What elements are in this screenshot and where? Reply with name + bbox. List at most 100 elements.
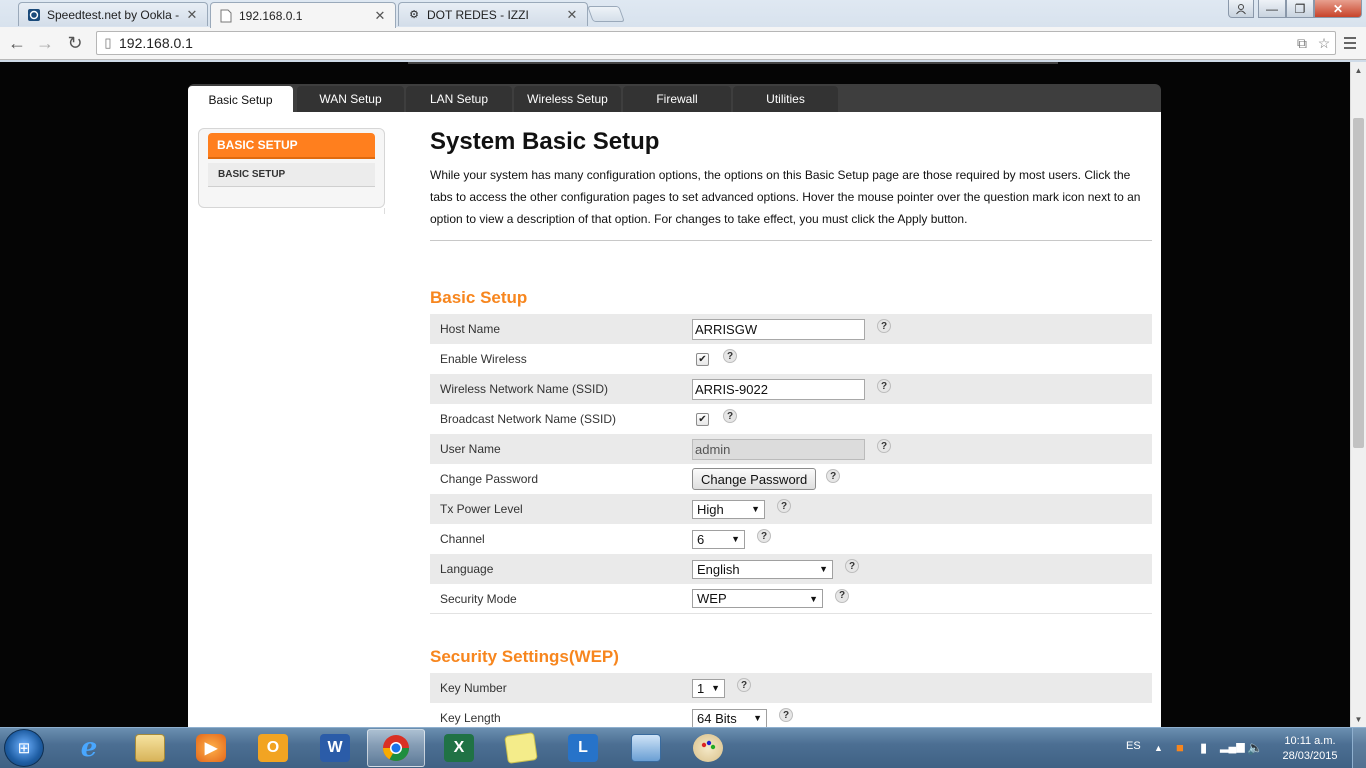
tab-wireless-setup[interactable]: Wireless Setup bbox=[514, 86, 621, 112]
close-tab-icon[interactable]: ✕ bbox=[185, 7, 199, 23]
taskbar-excel[interactable]: X bbox=[430, 729, 488, 767]
clock-date: 28/03/2015 bbox=[1282, 750, 1338, 762]
help-icon[interactable]: ? bbox=[737, 678, 751, 692]
key-length-select[interactable]: 64 Bits ▼ bbox=[692, 708, 767, 727]
row-host-name: Host Name ? bbox=[430, 314, 1152, 344]
row-channel: Channel 6 ▼ ? bbox=[430, 524, 1152, 554]
taskbar-media-player[interactable]: ▶ bbox=[182, 729, 240, 767]
help-icon[interactable]: ? bbox=[826, 469, 841, 483]
profile-icon[interactable] bbox=[1228, 0, 1254, 18]
clock[interactable]: 10:11 a.m. 28/03/2015 bbox=[1270, 734, 1350, 764]
enable-wireless-label: Enable Wireless bbox=[440, 352, 527, 366]
forward-button[interactable]: → bbox=[34, 32, 56, 54]
help-icon[interactable]: ? bbox=[845, 559, 859, 573]
tab-title: Speedtest.net by Ookla - bbox=[47, 7, 180, 22]
row-key-length: Key Length 64 Bits ▼ ? bbox=[430, 703, 1152, 727]
taskbar-file-explorer[interactable] bbox=[121, 729, 179, 767]
taskbar-lync[interactable]: L bbox=[554, 729, 612, 767]
internet-explorer-icon: e bbox=[80, 733, 98, 763]
taskbar-sticky-notes[interactable] bbox=[492, 729, 550, 767]
ssid-label: Wireless Network Name (SSID) bbox=[440, 382, 609, 396]
help-icon[interactable]: ? bbox=[777, 499, 791, 513]
row-enable-wireless: Enable Wireless ✔ ? bbox=[430, 344, 1152, 374]
row-language: Language English ▼ ? bbox=[430, 554, 1152, 584]
help-icon[interactable]: ? bbox=[877, 379, 891, 393]
taskbar-chrome[interactable] bbox=[367, 729, 425, 767]
section-title-basic-setup: Basic Setup bbox=[430, 288, 528, 307]
tab-speedtest[interactable]: Speedtest.net by Ookla - ✕ bbox=[18, 2, 208, 26]
user-name-input bbox=[692, 438, 865, 460]
help-icon[interactable]: ? bbox=[835, 588, 849, 603]
show-desktop-button[interactable] bbox=[1352, 728, 1366, 768]
tab-firewall[interactable]: Firewall bbox=[623, 86, 731, 112]
row-change-password: Change Password Change Password ? bbox=[430, 464, 1152, 494]
basic-setup-table: Host Name ? Enable Wireless ✔ ? Wireless… bbox=[430, 314, 1152, 614]
url-input[interactable] bbox=[119, 35, 1291, 51]
tab-utilities[interactable]: Utilities bbox=[733, 86, 838, 112]
row-tx-power: Tx Power Level High ▼ ? bbox=[430, 494, 1152, 524]
scroll-down-icon[interactable]: ▼ bbox=[1351, 711, 1366, 727]
start-button[interactable]: ⊞ bbox=[4, 729, 44, 767]
taskbar-paint[interactable] bbox=[679, 729, 737, 767]
speedtest-icon bbox=[27, 8, 41, 22]
broadcast-ssid-checkbox[interactable]: ✔ bbox=[696, 412, 709, 426]
section-title-security-settings: Security Settings(WEP) bbox=[430, 647, 619, 666]
translate-icon[interactable]: ⧉ bbox=[1291, 35, 1313, 52]
file-explorer-icon bbox=[135, 734, 165, 762]
tab-dot-redes[interactable]: ⚙ DOT REDES - IZZI ✕ bbox=[398, 2, 588, 26]
address-bar[interactable]: ▯ ⧉ ☆ bbox=[96, 31, 1336, 55]
ssid-input[interactable] bbox=[692, 378, 865, 400]
close-tab-icon[interactable]: ✕ bbox=[565, 7, 579, 23]
help-icon[interactable]: ? bbox=[723, 349, 737, 363]
taskbar-internet-explorer[interactable]: e bbox=[60, 729, 118, 767]
left-nav-item-basic-setup[interactable]: BASIC SETUP bbox=[208, 163, 375, 187]
new-tab-button[interactable] bbox=[587, 6, 625, 22]
reload-button[interactable]: ↻ bbox=[64, 32, 86, 54]
host-name-input[interactable] bbox=[692, 318, 865, 340]
help-icon[interactable]: ? bbox=[723, 409, 737, 423]
enable-wireless-checkbox[interactable]: ✔ bbox=[696, 352, 709, 366]
network-signal-icon[interactable]: ▂▄▆ bbox=[1220, 740, 1245, 753]
minimize-button[interactable]: — bbox=[1258, 0, 1286, 18]
key-number-value: 1 bbox=[697, 680, 705, 696]
back-button[interactable]: ← bbox=[6, 32, 28, 54]
close-tab-icon[interactable]: ✕ bbox=[373, 8, 387, 24]
media-player-icon: ▶ bbox=[196, 734, 226, 762]
tab-basic-setup[interactable]: Basic Setup bbox=[188, 86, 293, 113]
help-icon[interactable]: ? bbox=[757, 529, 771, 543]
scrollbar-thumb[interactable] bbox=[1353, 118, 1364, 448]
battery-icon[interactable]: ▮ bbox=[1200, 740, 1207, 756]
page-info-icon[interactable]: ▯ bbox=[97, 35, 119, 51]
help-icon[interactable]: ? bbox=[877, 319, 891, 333]
tab-wan-setup[interactable]: WAN Setup bbox=[297, 86, 404, 112]
taskbar-outlook[interactable]: O bbox=[244, 729, 302, 767]
page-scrollbar[interactable]: ▲ ▼ bbox=[1350, 62, 1366, 727]
tab-router[interactable]: 192.168.0.1 ✕ bbox=[210, 2, 396, 28]
bookmark-star-icon[interactable]: ☆ bbox=[1313, 35, 1335, 52]
change-password-button[interactable]: Change Password bbox=[692, 468, 817, 490]
excel-icon: X bbox=[444, 734, 474, 762]
help-icon[interactable]: ? bbox=[779, 708, 793, 722]
taskbar-control-panel[interactable] bbox=[617, 729, 675, 767]
help-icon[interactable]: ? bbox=[877, 439, 891, 453]
channel-select[interactable]: 6 ▼ bbox=[692, 529, 745, 549]
close-window-button[interactable]: ✕ bbox=[1314, 0, 1362, 18]
security-mode-select[interactable]: WEP ▼ bbox=[692, 589, 823, 608]
chrome-menu-button[interactable] bbox=[1340, 33, 1360, 53]
browser-frame: Speedtest.net by Ookla - ✕ 192.168.0.1 ✕… bbox=[0, 0, 1366, 62]
app-tray-icon[interactable]: ■ bbox=[1176, 740, 1184, 755]
word-icon: W bbox=[320, 734, 350, 762]
scroll-up-icon[interactable]: ▲ bbox=[1351, 62, 1366, 78]
volume-icon[interactable]: 🔈 bbox=[1247, 740, 1263, 756]
show-hidden-icons-icon[interactable]: ▲ bbox=[1154, 743, 1163, 753]
language-select[interactable]: English ▼ bbox=[692, 559, 833, 579]
taskbar-word[interactable]: W bbox=[306, 729, 364, 767]
tab-lan-setup[interactable]: LAN Setup bbox=[406, 86, 512, 112]
restore-button[interactable]: ❐ bbox=[1286, 0, 1314, 18]
key-number-select[interactable]: 1 ▼ bbox=[692, 678, 725, 698]
broadcast-ssid-label: Broadcast Network Name (SSID) bbox=[440, 412, 617, 426]
tab-title: DOT REDES - IZZI bbox=[427, 7, 529, 22]
tx-power-select[interactable]: High ▼ bbox=[692, 499, 765, 519]
language-indicator[interactable]: ES bbox=[1126, 740, 1141, 752]
lync-icon: L bbox=[568, 734, 598, 762]
